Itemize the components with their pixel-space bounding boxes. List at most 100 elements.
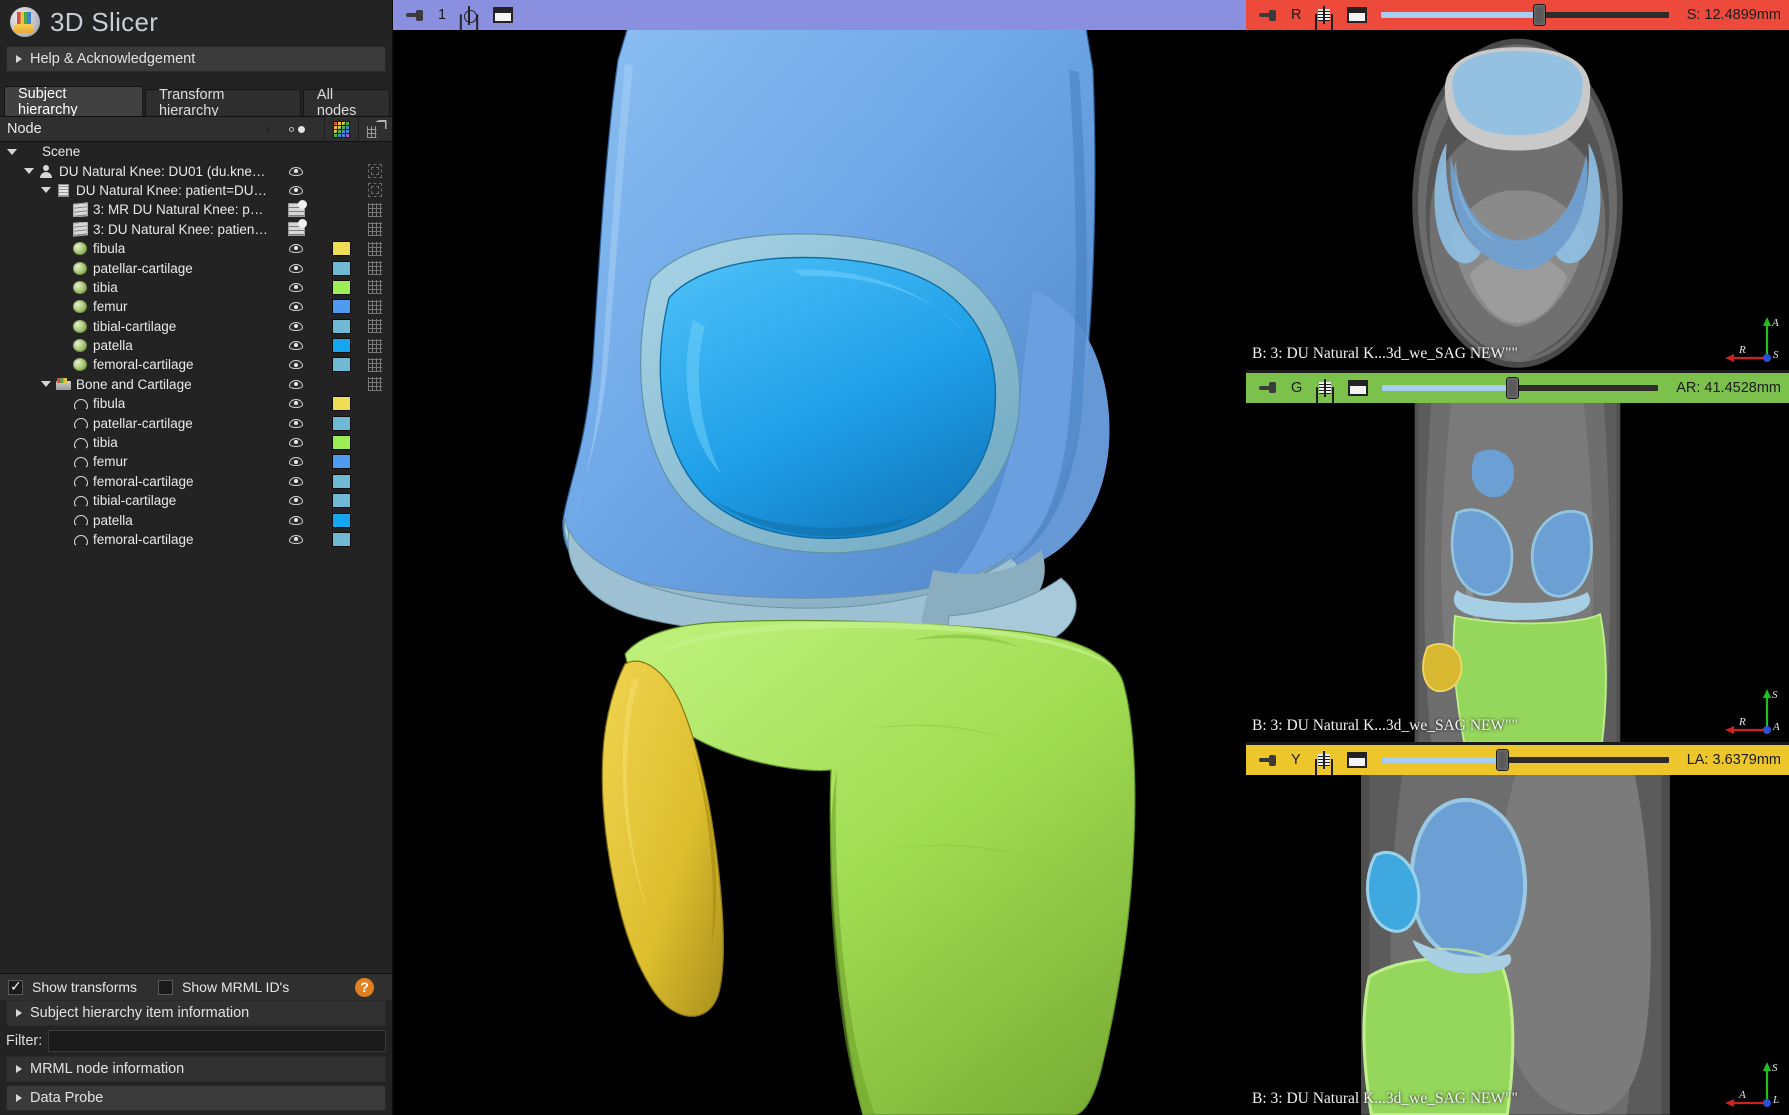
chevron-down-icon[interactable]: [38, 381, 54, 387]
tree-row[interactable]: femoral-cartilage: [0, 530, 392, 549]
color-swatch[interactable]: [324, 319, 358, 334]
color-swatch[interactable]: [324, 261, 358, 276]
help-question-icon[interactable]: ?: [355, 978, 374, 997]
slider-handle[interactable]: [1533, 4, 1546, 26]
transform-cell[interactable]: [358, 261, 392, 275]
show-transforms-checkbox[interactable]: [8, 980, 23, 995]
transform-cell[interactable]: [358, 300, 392, 314]
transform-cell[interactable]: [358, 319, 392, 333]
tree-row[interactable]: femoral-cartilage: [0, 355, 392, 374]
tree-row[interactable]: femur: [0, 297, 392, 316]
visibility-toggle[interactable]: [268, 322, 324, 331]
tree-row[interactable]: DU Natural Knee: DU01 (du.knee.D...: [0, 161, 392, 180]
transform-cell[interactable]: [358, 377, 392, 391]
visibility-toggle[interactable]: [268, 203, 324, 217]
visibility-toggle[interactable]: [268, 457, 324, 466]
color-swatch[interactable]: [324, 513, 358, 528]
color-swatch[interactable]: [324, 241, 358, 256]
tab-subject-hierarchy[interactable]: Subject hierarchy: [4, 86, 143, 116]
tree-row[interactable]: fibula: [0, 394, 392, 413]
color-swatch[interactable]: [324, 338, 358, 353]
tree-row[interactable]: 3: DU Natural Knee: patient=D...: [0, 220, 392, 239]
pin-icon[interactable]: [1259, 382, 1277, 393]
visibility-toggle[interactable]: [268, 496, 324, 505]
visibility-toggle[interactable]: [268, 380, 324, 389]
visibility-toggle[interactable]: [268, 222, 324, 236]
tree-row[interactable]: patella: [0, 510, 392, 529]
color-swatch[interactable]: [324, 435, 358, 450]
slider-handle[interactable]: [1506, 377, 1519, 399]
pin-icon[interactable]: [1259, 755, 1277, 766]
maximize-view-icon[interactable]: [1347, 7, 1367, 23]
visibility-toggle[interactable]: [268, 399, 324, 408]
slice-visibility-icon[interactable]: [1315, 6, 1333, 24]
tree-row[interactable]: fibula: [0, 239, 392, 258]
green-slice-canvas[interactable]: B: 3: DU Natural K...3d_we_SAG NEW"" S R…: [1246, 403, 1789, 743]
center-view-icon[interactable]: [460, 6, 479, 25]
column-header-color[interactable]: [324, 116, 358, 142]
tree-row[interactable]: tibial-cartilage: [0, 491, 392, 510]
subject-hierarchy-item-information-section[interactable]: Subject hierarchy item information: [6, 1000, 386, 1026]
color-swatch[interactable]: [324, 493, 358, 508]
transform-cell[interactable]: [358, 358, 392, 372]
slice-visibility-icon[interactable]: [1315, 751, 1333, 769]
visibility-toggle[interactable]: [268, 477, 324, 486]
visibility-toggle[interactable]: [268, 167, 324, 176]
visibility-toggle[interactable]: [268, 535, 324, 544]
visibility-toggle[interactable]: [268, 283, 324, 292]
color-swatch[interactable]: [324, 396, 358, 411]
pin-icon[interactable]: [1259, 10, 1277, 21]
pin-icon[interactable]: [406, 10, 424, 21]
subject-hierarchy-tree[interactable]: SceneDU Natural Knee: DU01 (du.knee.D...…: [0, 142, 392, 973]
color-swatch[interactable]: [324, 280, 358, 295]
red-slice-canvas[interactable]: B: 3: DU Natural K...3d_we_SAG NEW"" A R…: [1246, 30, 1789, 370]
transform-cell[interactable]: [358, 339, 392, 353]
transform-cell[interactable]: [358, 203, 392, 217]
column-header-visibility[interactable]: [268, 126, 324, 133]
visibility-toggle[interactable]: [268, 360, 324, 369]
tree-row[interactable]: patella: [0, 336, 392, 355]
visibility-toggle[interactable]: [268, 438, 324, 447]
help-acknowledgement-section[interactable]: Help & Acknowledgement: [6, 46, 386, 72]
visibility-toggle[interactable]: [268, 341, 324, 350]
transform-cell[interactable]: [358, 164, 392, 178]
tree-row[interactable]: patellar-cartilage: [0, 258, 392, 277]
data-probe-section[interactable]: Data Probe: [6, 1085, 386, 1111]
visibility-toggle[interactable]: [268, 244, 324, 253]
transform-cell[interactable]: [358, 280, 392, 294]
color-swatch[interactable]: [324, 299, 358, 314]
mrml-node-information-section[interactable]: MRML node information: [6, 1056, 386, 1082]
tree-row[interactable]: Bone and Cartilage: [0, 375, 392, 394]
color-swatch[interactable]: [324, 474, 358, 489]
tree-row[interactable]: femur: [0, 452, 392, 471]
visibility-toggle[interactable]: [268, 419, 324, 428]
transform-cell[interactable]: [358, 242, 392, 256]
transform-cell[interactable]: [358, 222, 392, 236]
maximize-view-icon[interactable]: [1347, 752, 1367, 768]
green-slice-offset-slider[interactable]: [1382, 381, 1658, 395]
tree-row[interactable]: tibial-cartilage: [0, 317, 392, 336]
tree-row[interactable]: patellar-cartilage: [0, 413, 392, 432]
color-swatch[interactable]: [324, 454, 358, 469]
color-swatch[interactable]: [324, 532, 358, 547]
red-slice-offset-slider[interactable]: [1381, 8, 1668, 22]
chevron-down-icon[interactable]: [21, 168, 37, 174]
tree-row[interactable]: femoral-cartilage: [0, 472, 392, 491]
column-header-transform[interactable]: [358, 116, 392, 142]
show-mrml-ids-checkbox[interactable]: [158, 980, 173, 995]
tree-row[interactable]: DU Natural Knee: patient=DU01 (...: [0, 181, 392, 200]
color-swatch[interactable]: [324, 416, 358, 431]
transform-cell[interactable]: [358, 183, 392, 197]
yellow-slice-canvas[interactable]: B: 3: DU Natural K...3d_we_SAG NEW"" S A…: [1246, 775, 1789, 1115]
maximize-view-icon[interactable]: [1348, 380, 1368, 396]
yellow-slice-offset-slider[interactable]: [1381, 753, 1669, 767]
visibility-toggle[interactable]: [268, 302, 324, 311]
slider-handle[interactable]: [1496, 749, 1509, 771]
tree-row[interactable]: tibia: [0, 278, 392, 297]
tab-transform-hierarchy[interactable]: Transform hierarchy: [145, 89, 301, 116]
chevron-down-icon[interactable]: [4, 149, 20, 155]
tab-all-nodes[interactable]: All nodes: [303, 89, 390, 116]
filter-input[interactable]: [48, 1030, 386, 1052]
maximize-view-icon[interactable]: [493, 7, 513, 23]
chevron-down-icon[interactable]: [38, 187, 54, 193]
